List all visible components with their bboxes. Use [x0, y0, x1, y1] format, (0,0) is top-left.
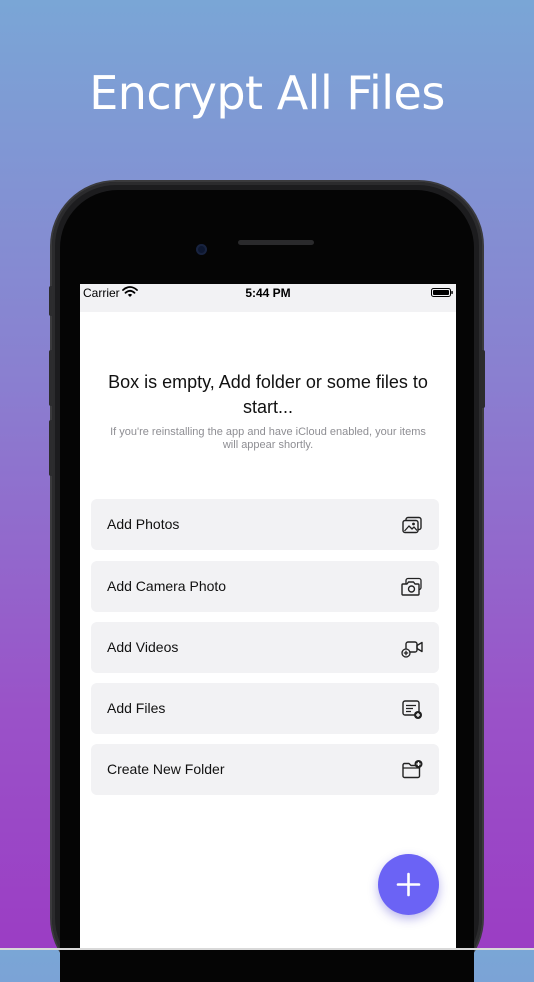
power-button — [481, 350, 485, 408]
file-add-icon — [402, 700, 422, 719]
status-time: 5:44 PM — [245, 286, 291, 300]
add-videos-button[interactable]: Add Videos — [91, 622, 439, 673]
folder-add-icon — [402, 760, 423, 779]
plus-icon — [396, 872, 421, 897]
empty-state-title: Box is empty, Add folder or some files t… — [108, 372, 428, 417]
create-new-folder-button[interactable]: Create New Folder — [91, 744, 439, 795]
battery-icon — [431, 288, 453, 297]
add-files-label: Add Files — [107, 700, 166, 716]
front-camera — [196, 244, 207, 255]
add-floating-button[interactable] — [378, 854, 439, 915]
volume-up-button — [49, 350, 53, 406]
volume-down-button — [49, 420, 53, 476]
add-files-button[interactable]: Add Files — [91, 683, 439, 734]
video-add-icon — [401, 641, 423, 658]
status-bar: Carrier 5:44 PM — [80, 284, 456, 312]
add-photos-label: Add Photos — [107, 516, 180, 532]
create-new-folder-label: Create New Folder — [107, 761, 225, 777]
camera-icon — [401, 577, 422, 596]
photos-icon — [402, 516, 422, 534]
headline: Encrypt All Files — [89, 66, 445, 120]
add-videos-label: Add Videos — [107, 639, 179, 655]
add-photos-button[interactable]: Add Photos — [91, 499, 439, 550]
app-screen: Carrier 5:44 PM Box is empty, Add folder… — [80, 284, 456, 950]
add-camera-photo-label: Add Camera Photo — [107, 578, 227, 594]
add-camera-photo-button[interactable]: Add Camera Photo — [91, 561, 439, 612]
earpiece-speaker — [238, 240, 314, 245]
empty-state-subtitle: If you're reinstalling the app and have … — [110, 426, 426, 451]
mute-switch — [49, 286, 53, 316]
